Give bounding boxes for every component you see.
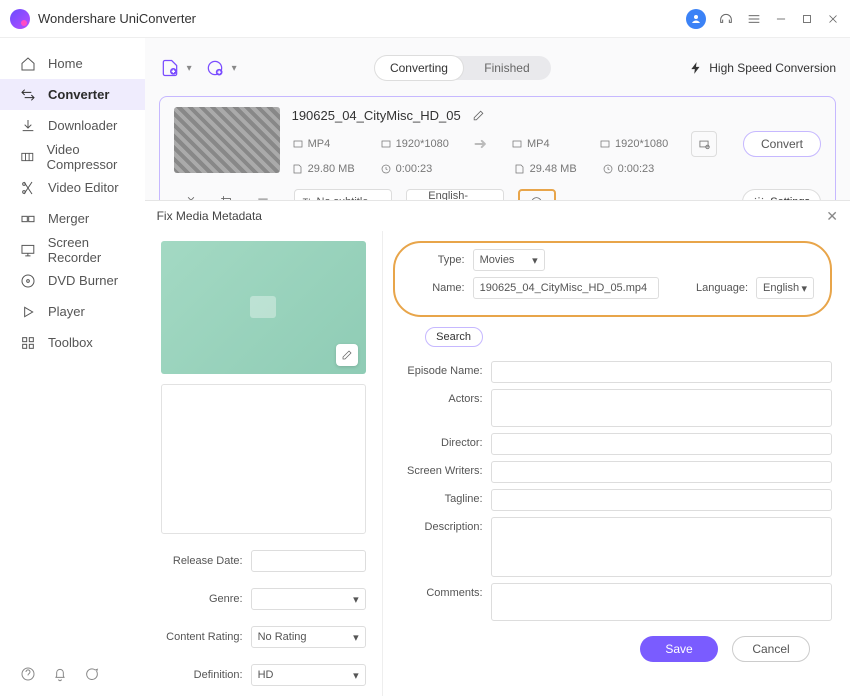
tab-finished[interactable]: Finished — [463, 56, 551, 80]
src-resolution: 1920*1080 — [380, 138, 450, 150]
sidebar-item-label: DVD Burner — [48, 273, 118, 288]
avatar[interactable] — [686, 9, 706, 29]
titlebar: Wondershare UniConverter — [0, 0, 850, 38]
tagline-input[interactable] — [491, 489, 832, 511]
sidebar-item-dvd[interactable]: DVD Burner — [0, 265, 145, 296]
menu-icon[interactable] — [746, 11, 762, 27]
edit-cover-button[interactable] — [336, 344, 358, 366]
modal-close-button[interactable]: ✕ — [826, 208, 838, 225]
sidebar-item-home[interactable]: Home — [0, 48, 145, 79]
release-date-input[interactable] — [251, 550, 366, 572]
cover-preview — [161, 241, 366, 374]
type-select[interactable]: Movies▾ — [473, 249, 545, 271]
add-dvd-icon[interactable] — [204, 57, 226, 79]
episode-input[interactable] — [491, 361, 832, 383]
output-settings-button[interactable] — [691, 131, 717, 157]
app-logo — [10, 9, 30, 29]
sidebar-item-label: Video Editor — [48, 180, 119, 195]
description-input[interactable] — [491, 517, 832, 577]
sidebar-item-toolbox[interactable]: Toolbox — [0, 327, 145, 358]
search-inputs-highlight: Type: Movies▾ Name: 190625_04_CityMisc_H… — [393, 241, 832, 317]
close-button[interactable] — [826, 12, 840, 26]
minimize-button[interactable] — [774, 12, 788, 26]
main-panel: ▾ ▾ Converting Finished High Speed Conve… — [145, 38, 850, 696]
sidebar-item-label: Downloader — [48, 118, 117, 133]
src-duration: 0:00:23 — [380, 163, 450, 175]
sidebar-item-label: Home — [48, 56, 83, 71]
chevron-down-icon[interactable]: ▾ — [232, 63, 237, 74]
arrow-icon: ➜ — [474, 134, 487, 154]
rating-select[interactable]: No Rating▾ — [251, 626, 366, 648]
dst-duration: 0:00:23 — [602, 163, 672, 175]
search-button[interactable]: Search — [425, 327, 483, 347]
name-input[interactable]: 190625_04_CityMisc_HD_05.mp4 — [473, 277, 659, 299]
save-button[interactable]: Save — [640, 636, 718, 662]
cancel-button[interactable]: Cancel — [732, 636, 810, 662]
tab-converting[interactable]: Converting — [375, 56, 463, 80]
sidebar-item-label: Toolbox — [48, 335, 93, 350]
high-speed-toggle[interactable]: High Speed Conversion — [689, 61, 836, 75]
file-name: 190625_04_CityMisc_HD_05 — [292, 108, 461, 123]
sidebar-item-label: Screen Recorder — [48, 235, 145, 265]
sidebar-item-label: Player — [48, 304, 85, 319]
definition-select[interactable]: HD▾ — [251, 664, 366, 686]
sidebar-item-downloader[interactable]: Downloader — [0, 110, 145, 141]
chevron-down-icon[interactable]: ▾ — [187, 63, 192, 74]
sidebar-item-editor[interactable]: Video Editor — [0, 172, 145, 203]
metadata-modal: Fix Media Metadata ✕ Release Date: Genre… — [145, 200, 850, 696]
sidebar-item-converter[interactable]: Converter — [0, 79, 145, 110]
video-thumbnail[interactable] — [174, 107, 280, 173]
maximize-button[interactable] — [800, 12, 814, 26]
sidebar-item-player[interactable]: Player — [0, 296, 145, 327]
sidebar-item-label: Merger — [48, 211, 89, 226]
status-tabs: Converting Finished — [375, 56, 551, 80]
actors-input[interactable] — [491, 389, 832, 427]
dst-format: MP4 — [511, 138, 581, 150]
sidebar-item-merger[interactable]: Merger — [0, 203, 145, 234]
help-icon[interactable] — [20, 666, 36, 682]
app-title: Wondershare UniConverter — [38, 11, 686, 26]
dst-size: 29.48 MB — [514, 163, 584, 175]
edit-name-icon[interactable] — [471, 107, 487, 123]
comments-input[interactable] — [491, 583, 832, 621]
sidebar-item-compressor[interactable]: Video Compressor — [0, 141, 145, 172]
language-select[interactable]: English▾ — [756, 277, 814, 299]
dst-resolution: 1920*1080 — [599, 138, 669, 150]
sidebar-item-label: Converter — [48, 87, 109, 102]
src-format: MP4 — [292, 138, 362, 150]
sidebar: Home Converter Downloader Video Compress… — [0, 38, 145, 696]
sidebar-item-recorder[interactable]: Screen Recorder — [0, 234, 145, 265]
genre-select[interactable]: ▾ — [251, 588, 366, 610]
writers-input[interactable] — [491, 461, 832, 483]
director-input[interactable] — [491, 433, 832, 455]
search-results-box — [161, 384, 366, 534]
modal-title: Fix Media Metadata — [157, 209, 262, 223]
convert-button[interactable]: Convert — [743, 131, 821, 157]
bell-icon[interactable] — [52, 666, 68, 682]
add-file-icon[interactable] — [159, 57, 181, 79]
src-size: 29.80 MB — [292, 163, 362, 175]
feedback-icon[interactable] — [84, 666, 100, 682]
bolt-icon — [689, 61, 703, 75]
headset-icon[interactable] — [718, 11, 734, 27]
sidebar-item-label: Video Compressor — [47, 142, 145, 172]
